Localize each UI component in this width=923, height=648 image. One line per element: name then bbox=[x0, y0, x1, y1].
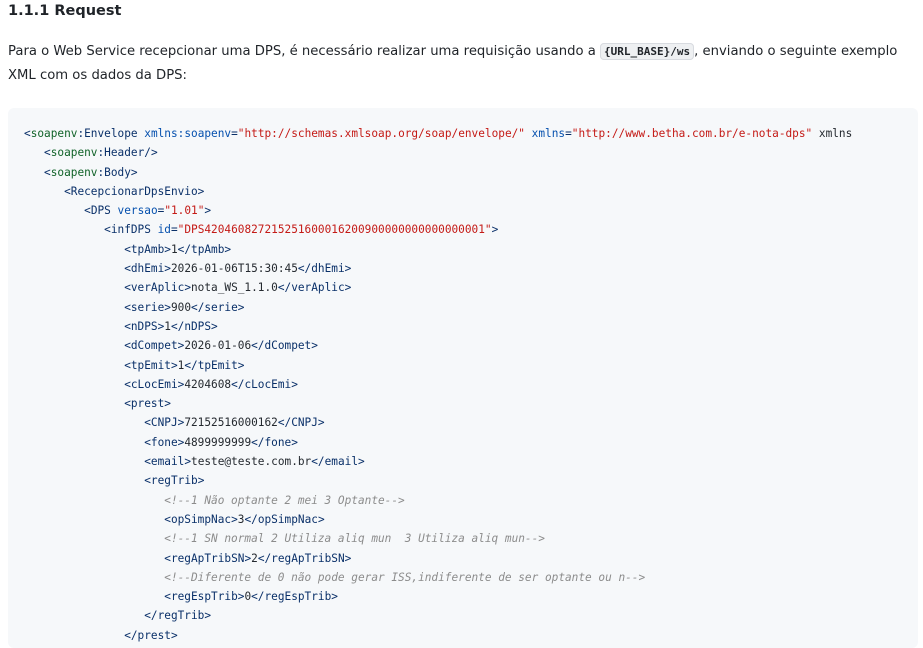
code-line: <regEspTrib>0</regEspTrib> bbox=[164, 590, 338, 604]
code-line: <soapenv:Envelope xmlns:soapenv="http://… bbox=[24, 127, 853, 140]
code-line: <soapenv:Body> bbox=[44, 165, 138, 179]
code-line: <RecepcionarDpsEnvio> bbox=[64, 184, 205, 198]
code-line: <soapenv:Header/> bbox=[44, 146, 158, 160]
code-line: <opSimpNac>3</opSimpNac> bbox=[164, 512, 325, 526]
intro-paragraph: Para o Web Service recepcionar uma DPS, … bbox=[8, 40, 913, 88]
section-title: 1.1.1 Request bbox=[8, 3, 122, 19]
xml-code-block[interactable]: <soapenv:Envelope xmlns:soapenv="http://… bbox=[8, 108, 918, 648]
code-line: <regApTribSN>2</regApTribSN> bbox=[164, 551, 352, 565]
url-base-inline-code: {URL_BASE}/ws bbox=[600, 43, 695, 60]
code-line: <verAplic>nota_WS_1.1.0</verAplic> bbox=[124, 281, 352, 295]
code-line: <dhEmi>2026-01-06T15:30:45</dhEmi> bbox=[124, 262, 352, 276]
code-line: <tpAmb>1</tpAmb> bbox=[124, 242, 232, 256]
code-line: <DPS versao="1.01"> bbox=[84, 204, 212, 218]
code-line: <tpEmit>1</tpEmit> bbox=[124, 358, 245, 372]
code-line: </prest> bbox=[124, 628, 178, 642]
code-line: <cLocEmi>4204608</cLocEmi> bbox=[124, 377, 298, 391]
code-line: <infDPS id="DPS4204608272152516000162009… bbox=[104, 223, 499, 237]
code-line: <serie>900</serie> bbox=[124, 300, 245, 314]
xml-code: <soapenv:Envelope xmlns:soapenv="http://… bbox=[24, 124, 852, 645]
code-line: <!--Diferente de 0 não pode gerar ISS,in… bbox=[164, 570, 646, 584]
code-line: <email>teste@teste.com.br</email> bbox=[144, 455, 365, 469]
code-line: <regTrib> bbox=[144, 474, 205, 488]
code-line: <prest> bbox=[124, 397, 171, 411]
code-line: </regTrib> bbox=[144, 609, 212, 623]
code-line: <!--1 Não optante 2 mei 3 Optante--> bbox=[164, 493, 405, 507]
intro-text-before: Para o Web Service recepcionar uma DPS, … bbox=[8, 44, 601, 59]
code-line: <fone>4899999999</fone> bbox=[144, 435, 298, 449]
code-line: <dCompet>2026-01-06</dCompet> bbox=[124, 339, 318, 353]
code-line: <nDPS>1</nDPS> bbox=[124, 319, 218, 333]
code-line: <CNPJ>72152516000162</CNPJ> bbox=[144, 416, 325, 430]
code-line: <!--1 SN normal 2 Utiliza aliq mun 3 Uti… bbox=[164, 532, 545, 546]
